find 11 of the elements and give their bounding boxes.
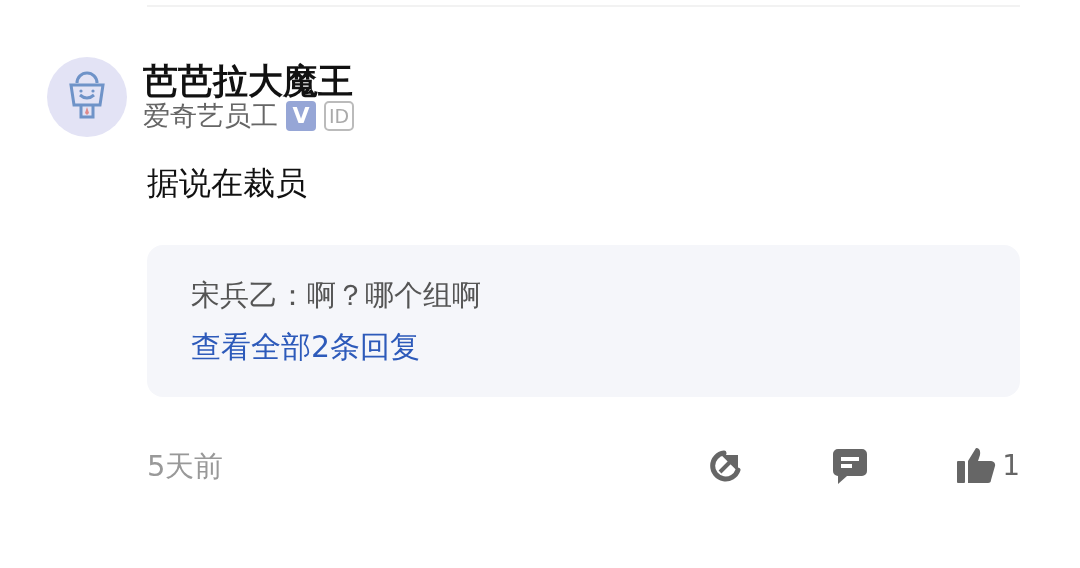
like-count: 1 — [1002, 448, 1020, 485]
id-badge: ID — [324, 101, 355, 132]
view-all-replies-link[interactable]: 查看全部2条回复 — [191, 323, 421, 369]
thumbs-up-icon[interactable] — [956, 447, 997, 486]
user-name[interactable]: 芭芭拉大魔王 — [143, 61, 355, 101]
comment-icon[interactable] — [832, 447, 869, 486]
post-time: 5天前 — [147, 447, 224, 485]
comment-text: 据说在裁员 — [147, 163, 308, 204]
user-title: 爱奇艺员工 — [143, 100, 278, 133]
reply-preview: 宋兵乙：啊？哪个组啊 — [191, 277, 482, 314]
verified-badge: V — [286, 101, 316, 132]
